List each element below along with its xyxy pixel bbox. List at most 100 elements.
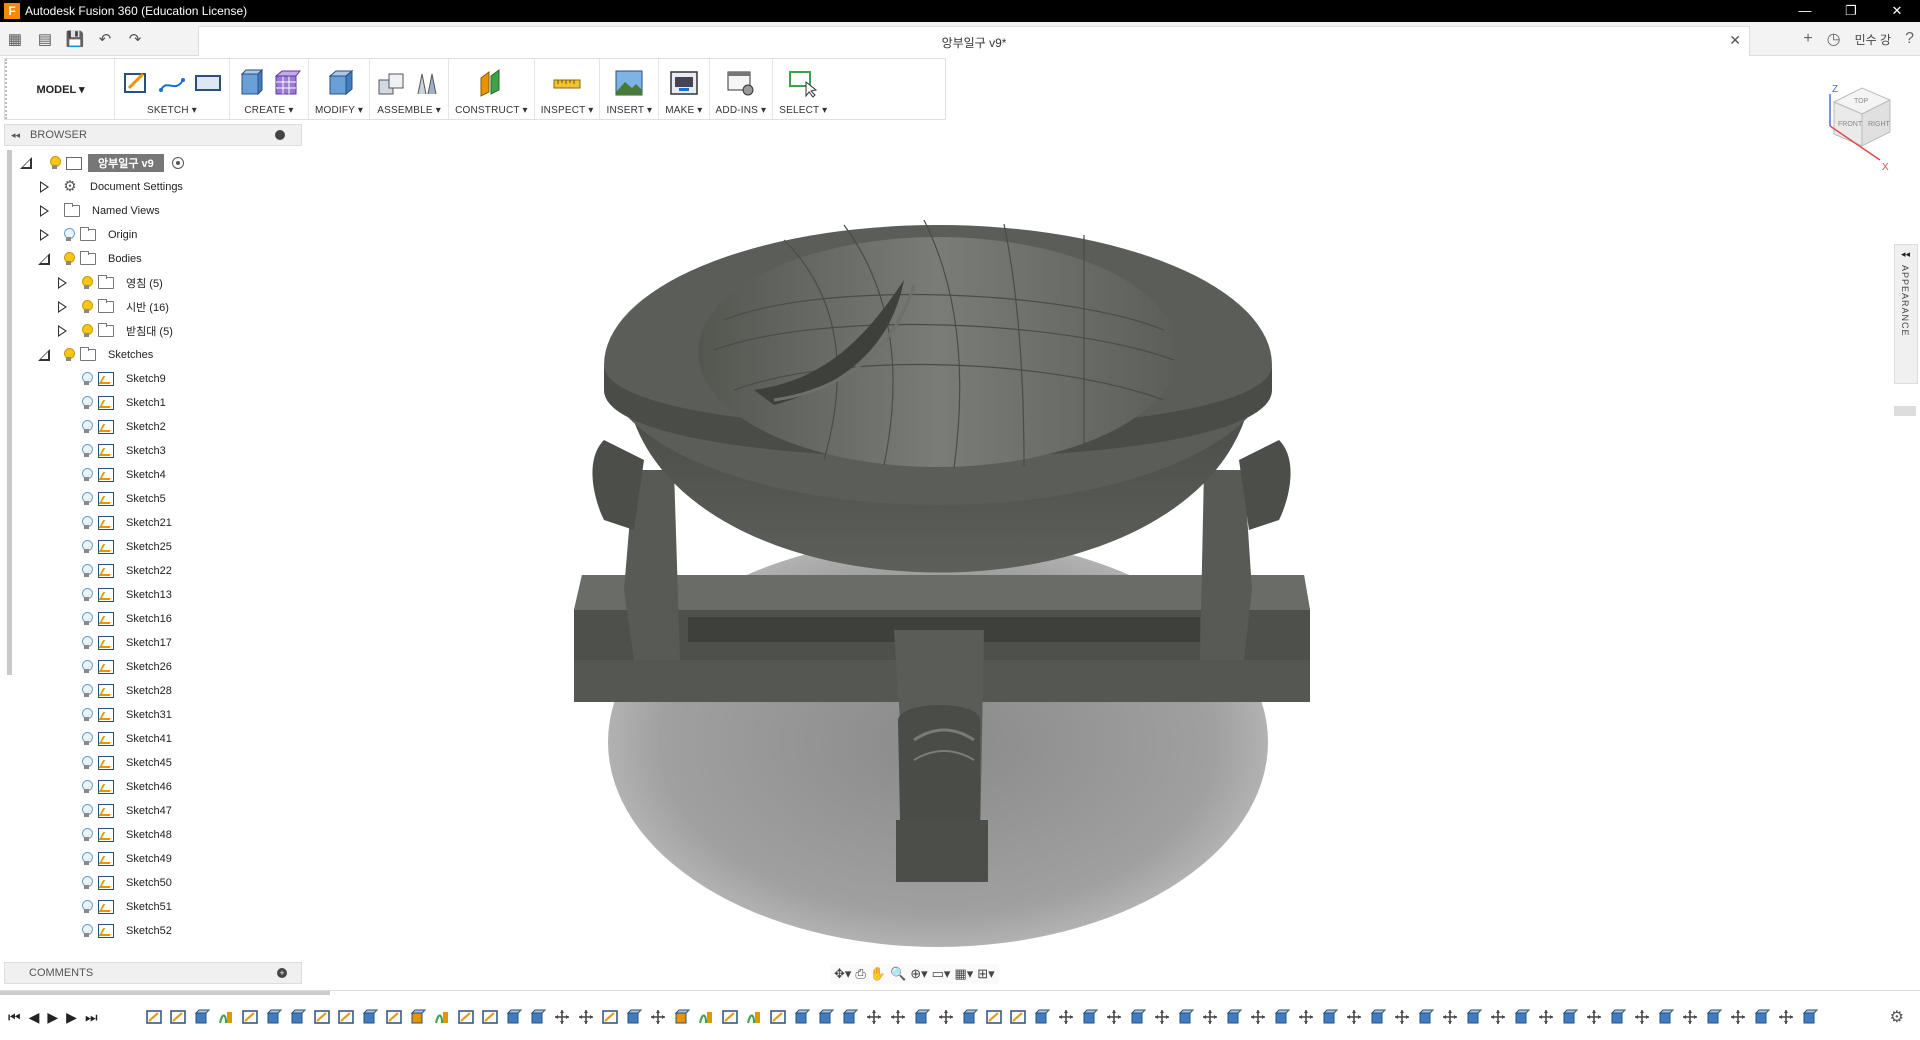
activate-component-radio-icon[interactable] [171, 157, 184, 169]
save-icon[interactable]: 💾 [60, 30, 90, 48]
timeline-loft-feature-icon[interactable] [192, 1008, 212, 1026]
toolbar-group-inspect[interactable]: INSPECT ▾ [535, 59, 601, 119]
expand-toggle-icon[interactable] [56, 277, 68, 289]
user-account-name[interactable]: 민수 강 [1855, 31, 1891, 48]
expand-panel-icon[interactable]: ◂◂ [1901, 249, 1910, 260]
help-icon[interactable]: ? [1905, 30, 1914, 48]
timeline-revolve-feature-icon[interactable] [672, 1008, 692, 1026]
toolbar-group-modify[interactable]: MODIFY ▾ [309, 59, 371, 119]
close-tab-icon[interactable]: ✕ [1729, 32, 1741, 49]
expand-toggle-icon[interactable] [56, 325, 68, 337]
timeline-move-feature-icon[interactable] [1344, 1008, 1364, 1026]
measure-icon[interactable] [552, 68, 582, 98]
timeline-sketch-feature-icon[interactable] [1008, 1008, 1028, 1026]
visibility-bulb-icon[interactable] [80, 660, 93, 674]
timeline-move-feature-icon[interactable] [936, 1008, 956, 1026]
visibility-bulb-icon[interactable] [80, 612, 93, 626]
data-panel-grid-icon[interactable]: ▦ [0, 30, 30, 48]
right-panel-scroll[interactable] [1894, 406, 1916, 416]
visibility-bulb-icon[interactable] [80, 708, 93, 722]
select-icon[interactable] [788, 68, 818, 98]
tree-item-sketch[interactable]: Sketch52 [80, 921, 176, 941]
tree-item-sketch[interactable]: Sketch3 [80, 441, 170, 461]
tree-item-sketch[interactable]: Sketch49 [80, 849, 176, 869]
pan-hand-icon[interactable]: ✋ [870, 966, 886, 982]
offset-plane-icon[interactable] [476, 68, 506, 98]
timeline-box-feature-icon[interactable] [1704, 1008, 1724, 1026]
visibility-bulb-icon[interactable] [80, 732, 93, 746]
timeline-move-feature-icon[interactable] [1776, 1008, 1796, 1026]
appearance-panel-tab[interactable]: ◂◂ APPEARANCE [1894, 244, 1918, 384]
expand-toggle-icon[interactable] [38, 253, 50, 265]
timeline-box-feature-icon[interactable] [1368, 1008, 1388, 1026]
tree-item-sketch[interactable]: Sketch28 [80, 681, 176, 701]
timeline-move-feature-icon[interactable] [1680, 1008, 1700, 1026]
rectangle-icon[interactable] [193, 68, 223, 98]
tree-item-sketch[interactable]: Sketch48 [80, 825, 176, 845]
timeline-pattern-feature-icon[interactable] [528, 1008, 548, 1026]
extrude-icon[interactable] [236, 68, 266, 98]
timeline-sketch-feature-icon[interactable] [384, 1008, 404, 1026]
insert-image-icon[interactable] [614, 68, 644, 98]
view-cube[interactable]: Z X TOP FRONT RIGHT [1810, 74, 1900, 174]
timeline-extrude-feature-icon[interactable] [624, 1008, 644, 1026]
timeline-extrude-feature-icon[interactable] [792, 1008, 812, 1026]
toolbar-group-make[interactable]: MAKE ▾ [659, 59, 710, 119]
expand-toggle-icon[interactable] [38, 181, 50, 193]
step-back-icon[interactable]: ◀ [29, 1009, 40, 1026]
expand-toggle-icon[interactable] [38, 349, 50, 361]
visibility-bulb-icon[interactable] [62, 348, 75, 362]
line-icon[interactable] [157, 68, 187, 98]
timeline-sweep-feature-icon[interactable] [432, 1008, 452, 1026]
visibility-bulb-icon[interactable] [80, 876, 93, 890]
tree-root-row[interactable]: 앙부일구 v9 [20, 153, 184, 173]
tree-item-document-settings[interactable]: ⚙ Document Settings [38, 177, 187, 197]
visibility-bulb-icon[interactable] [80, 468, 93, 482]
timeline-sketch-feature-icon[interactable] [144, 1008, 164, 1026]
tree-item-sketch[interactable]: Sketch46 [80, 777, 176, 797]
toolbar-group-create[interactable]: CREATE ▾ [230, 59, 309, 119]
timeline-extrude-feature-icon[interactable] [288, 1008, 308, 1026]
timeline-move-feature-icon[interactable] [576, 1008, 596, 1026]
timeline-move-feature-icon[interactable] [1632, 1008, 1652, 1026]
toolbar-group-select[interactable]: SELECT ▾ [773, 59, 833, 119]
visibility-bulb-icon[interactable] [80, 492, 93, 506]
browser-scrollbar[interactable] [7, 150, 12, 675]
grid-settings-icon[interactable]: ▦▾ [954, 966, 973, 982]
tree-item-sketch[interactable]: Sketch45 [80, 753, 176, 773]
tree-item-sketch[interactable]: Sketch4 [80, 465, 170, 485]
timeline-box-feature-icon[interactable] [960, 1008, 980, 1026]
tree-item-sketch[interactable]: Sketch5 [80, 489, 170, 509]
viewports-icon[interactable]: ⊞▾ [977, 966, 994, 982]
timeline-move-feature-icon[interactable] [1056, 1008, 1076, 1026]
visibility-bulb-icon[interactable] [80, 540, 93, 554]
collapse-browser-icon[interactable]: ◂◂ [11, 130, 20, 141]
visibility-bulb-icon[interactable] [80, 852, 93, 866]
go-to-end-icon[interactable]: ⏭ [85, 1009, 98, 1026]
toolbar-group-insert[interactable]: INSERT ▾ [600, 59, 660, 119]
visibility-bulb-icon[interactable] [80, 396, 93, 410]
timeline-sketch-feature-icon[interactable] [312, 1008, 332, 1026]
timeline-box-feature-icon[interactable] [1080, 1008, 1100, 1026]
tree-item-sketch[interactable]: Sketch25 [80, 537, 176, 557]
timeline-move-feature-icon[interactable] [1440, 1008, 1460, 1026]
timeline-box-feature-icon[interactable] [1512, 1008, 1532, 1026]
timeline-sketch-feature-icon[interactable] [768, 1008, 788, 1026]
tree-item-bodies[interactable]: Bodies [38, 249, 146, 269]
timeline-sketch-feature-icon[interactable] [984, 1008, 1004, 1026]
visibility-bulb-icon[interactable] [62, 252, 75, 266]
timeline-sweep-feature-icon[interactable] [216, 1008, 236, 1026]
timeline-extrude-feature-icon[interactable] [360, 1008, 380, 1026]
visibility-bulb-icon[interactable] [80, 300, 93, 314]
timeline-box-feature-icon[interactable] [1272, 1008, 1292, 1026]
timeline-box-feature-icon[interactable] [912, 1008, 932, 1026]
toolbar-group-construct[interactable]: CONSTRUCT ▾ [449, 59, 535, 119]
timeline-extrude-feature-icon[interactable] [840, 1008, 860, 1026]
timeline-sketch-feature-icon[interactable] [240, 1008, 260, 1026]
form-icon[interactable] [272, 68, 302, 98]
tree-item-sketch[interactable]: Sketch13 [80, 585, 176, 605]
step-forward-icon[interactable]: ▶ [66, 1009, 77, 1026]
timeline-box-feature-icon[interactable] [1176, 1008, 1196, 1026]
timeline-extrude-feature-icon[interactable] [504, 1008, 524, 1026]
tree-item-sketch[interactable]: Sketch50 [80, 873, 176, 893]
